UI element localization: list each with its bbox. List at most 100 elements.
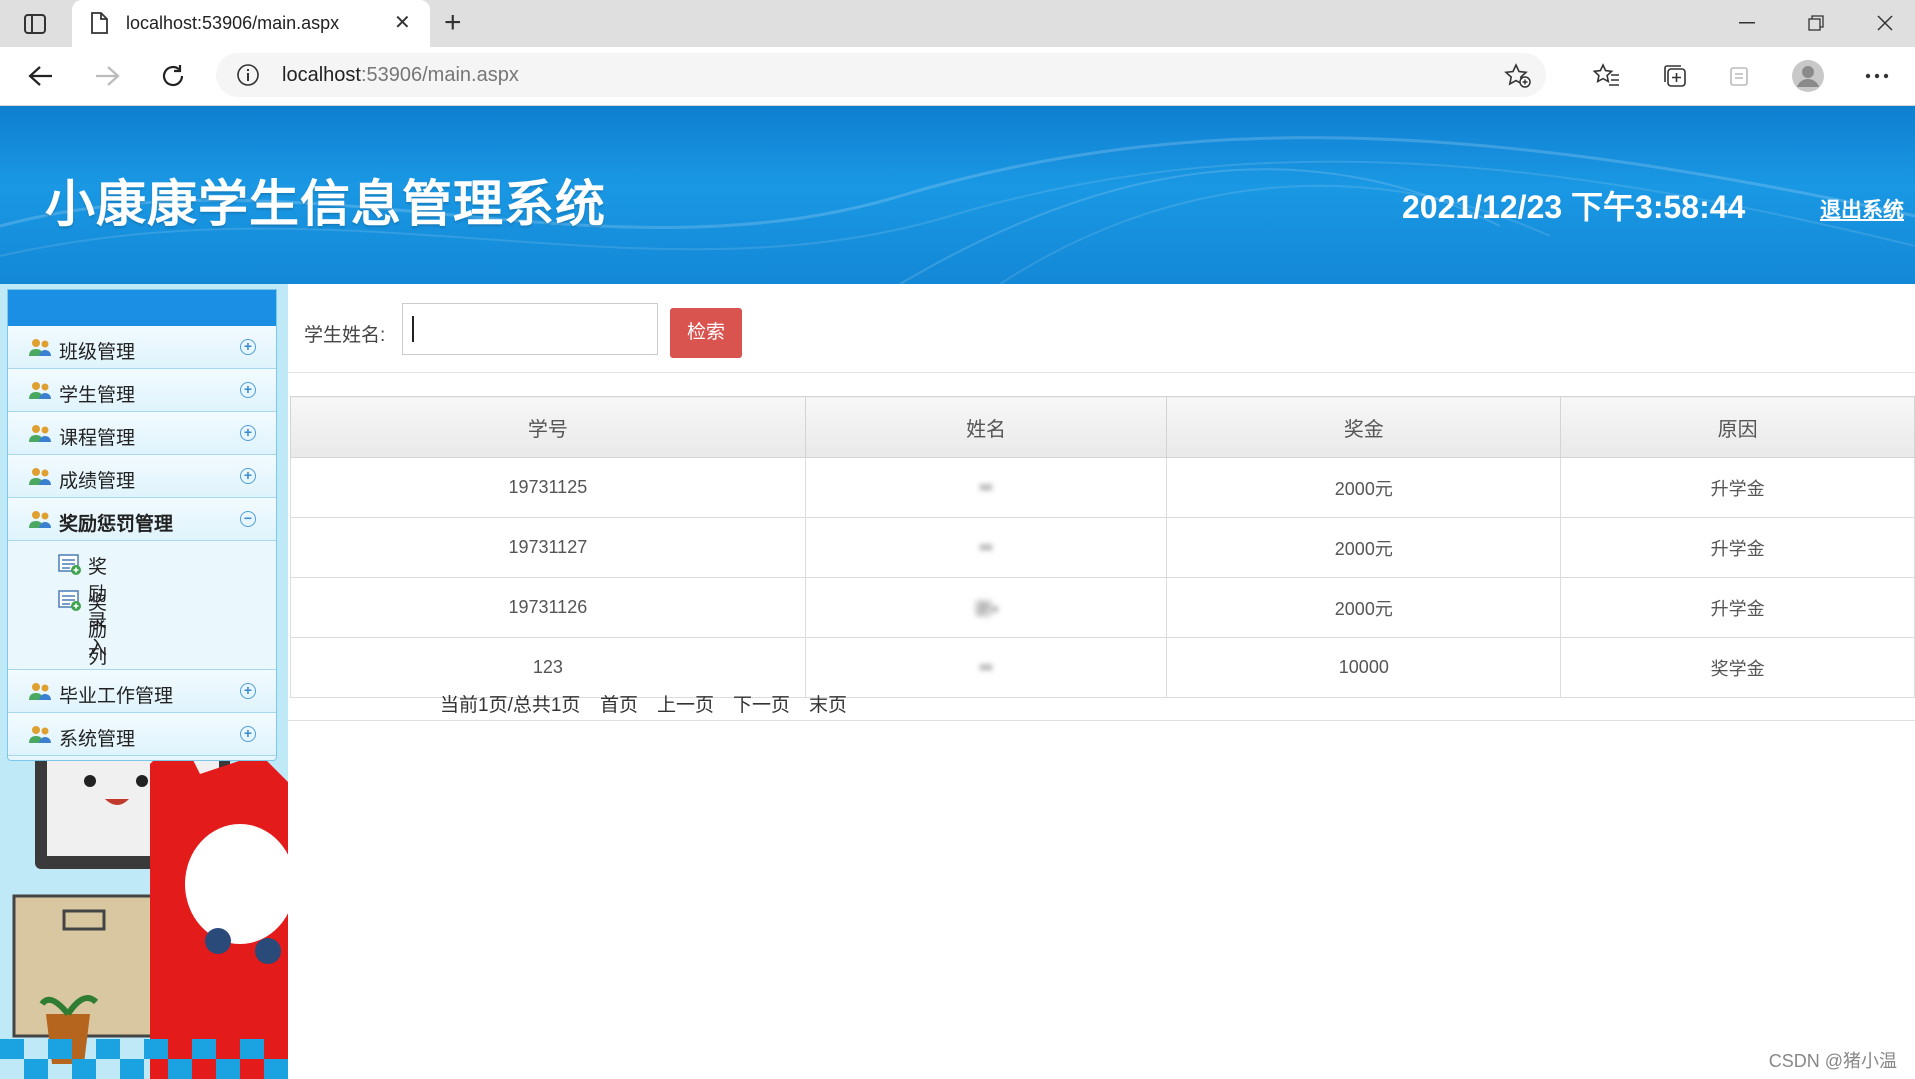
refresh-button[interactable] [156,59,190,93]
cell-student-id: 19731125 [290,457,806,518]
blurred-name: ▪▪ [979,477,993,497]
cell-student-id: 19731126 [290,577,806,638]
menu-label: 毕业工作管理 [59,686,174,707]
browser-tab[interactable]: localhost:53906/main.aspx ✕ [72,0,430,47]
forward-button[interactable] [90,59,124,93]
table-row: 19731125 ▪▪ 2000元 升学金 [290,457,1915,518]
text-caret [412,316,414,342]
column-header-student-id[interactable]: 学号 [290,396,806,458]
next-page-link[interactable]: 下一页 [733,690,790,717]
watermark: CSDN @猪小温 [1768,1051,1897,1071]
cell-reason: 升学金 [1560,517,1915,578]
add-favorite-icon[interactable] [1504,63,1532,94]
menu-item-graduation[interactable]: 毕业工作管理 + [8,670,276,713]
logout-link[interactable]: 退出系统 [1820,194,1904,224]
menu-item-system[interactable]: 系统管理 + [8,713,276,756]
reward-submenu: 奖励录入 奖励列表 [8,541,276,695]
expand-icon[interactable]: + [240,425,256,441]
cell-name: 谢▪ [804,577,1168,638]
menu-label: 奖励惩罚管理 [59,514,174,535]
cell-bonus: 2000元 [1166,517,1562,578]
close-tab-icon[interactable]: ✕ [394,13,411,33]
new-tab-button[interactable]: + [444,8,462,38]
cell-reason: 升学金 [1560,577,1915,638]
site-info-icon[interactable] [236,63,260,92]
users-icon [28,423,52,448]
table-row: 19731127 ▪▪ 2000元 升学金 [290,517,1915,578]
collapse-icon[interactable]: − [240,511,256,527]
column-header-bonus[interactable]: 奖金 [1166,396,1562,458]
form-icon [58,554,82,581]
student-name-input[interactable] [402,303,658,355]
table-row: 19731126 谢▪ 2000元 升学金 [290,577,1915,638]
blurred-name: ▪▪ [979,657,993,677]
search-label: 学生姓名: [304,325,386,346]
restore-button[interactable] [1802,12,1830,34]
menu-item-reward[interactable]: 奖励惩罚管理 − [8,498,276,541]
browser-tab-bar: localhost:53906/main.aspx ✕ + [0,0,1915,47]
users-icon [28,380,52,405]
nav-menu: 班级管理 + 学生管理 + 课程管理 + 成绩管理 + 奖励惩罚管理 − 奖励录… [7,289,277,761]
page-icon [90,12,108,39]
cell-reason: 升学金 [1560,457,1915,518]
url-host: localhost [282,64,361,86]
collections-icon[interactable] [1658,59,1692,93]
close-window-button[interactable] [1871,12,1899,34]
users-icon [28,509,52,534]
main-content: 学生姓名: 检索 学号 姓名 奖金 原因 19731125 ▪▪ 2000元 升… [288,284,1915,1079]
url-path: :53906/main.aspx [360,64,519,86]
profile-avatar-icon[interactable] [1791,59,1825,93]
expand-icon[interactable]: + [240,339,256,355]
url-text: localhost:53906/main.aspx [282,64,519,87]
expand-icon[interactable]: + [240,683,256,699]
menu-label: 学生管理 [59,385,136,406]
first-page-link[interactable]: 首页 [600,690,638,717]
minimize-button[interactable] [1733,12,1761,34]
more-menu-icon[interactable] [1860,59,1894,93]
site-header: 小康康学生信息管理系统 2021/12/23 下午3:58:44 退出系统 [0,106,1915,284]
menu-item-course[interactable]: 课程管理 + [8,412,276,455]
page-status: 当前1页/总共1页 [440,695,581,716]
favorites-icon[interactable] [1590,59,1624,93]
search-button[interactable]: 检索 [670,308,742,358]
address-bar[interactable]: localhost:53906/main.aspx [216,53,1546,97]
menu-label: 课程管理 [59,428,136,449]
form-icon [58,590,82,617]
left-sidebar: 班级管理 + 学生管理 + 课程管理 + 成绩管理 + 奖励惩罚管理 − 奖励录… [0,284,288,1079]
menu-label: 成绩管理 [59,471,136,492]
menu-label: 系统管理 [59,729,136,750]
users-icon [28,466,52,491]
users-icon [28,724,52,749]
tab-title: localhost:53906/main.aspx [126,13,340,33]
blurred-name: 谢▪ [973,598,999,619]
cell-name: ▪▪ [804,457,1168,518]
blurred-name: ▪▪ [979,537,993,557]
cell-name: ▪▪ [804,517,1168,578]
menu-item-class[interactable]: 班级管理 + [8,326,276,369]
back-button[interactable] [24,59,58,93]
page-title: 小康康学生信息管理系统 [45,176,606,232]
divider [288,372,1915,373]
pagination: 当前1页/总共1页 首页 上一页 下一页 末页 [288,688,1915,721]
expand-icon[interactable]: + [240,468,256,484]
cell-student-id: 19731127 [290,517,806,578]
column-header-name[interactable]: 姓名 [804,396,1168,458]
last-page-link[interactable]: 末页 [809,690,847,717]
users-icon [28,337,52,362]
extensions-icon[interactable] [1722,59,1756,93]
prev-page-link[interactable]: 上一页 [657,690,714,717]
expand-icon[interactable]: + [240,382,256,398]
column-header-reason[interactable]: 原因 [1560,396,1915,458]
reward-table: 学号 姓名 奖金 原因 19731125 ▪▪ 2000元 升学金 197311… [290,396,1915,698]
expand-icon[interactable]: + [240,726,256,742]
menu-item-grade[interactable]: 成绩管理 + [8,455,276,498]
menu-header-bar [8,290,276,326]
menu-item-student[interactable]: 学生管理 + [8,369,276,412]
cell-bonus: 2000元 [1166,457,1562,518]
browser-toolbar: localhost:53906/main.aspx [0,47,1915,106]
cell-bonus: 2000元 [1166,577,1562,638]
menu-label: 班级管理 [59,342,136,363]
users-icon [28,681,52,706]
tab-actions-icon[interactable] [18,10,52,38]
table-header-row: 学号 姓名 奖金 原因 [290,396,1915,458]
